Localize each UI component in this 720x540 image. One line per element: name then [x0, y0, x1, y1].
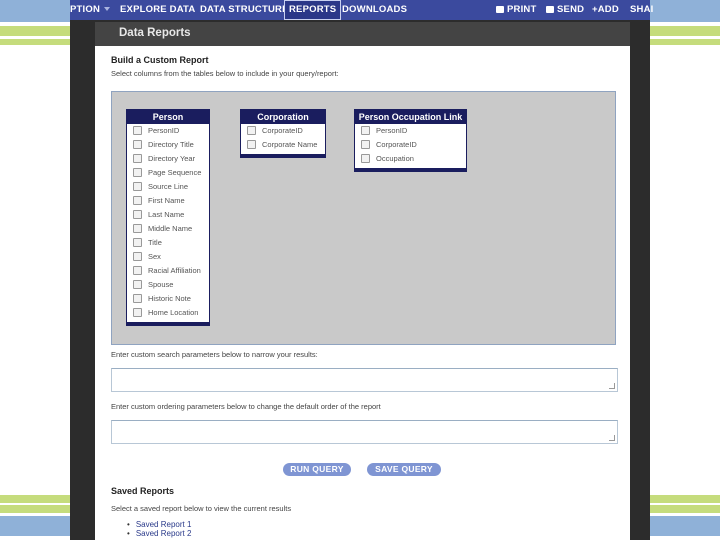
column-option[interactable]: First Name: [127, 194, 209, 208]
checkbox[interactable]: [133, 307, 142, 317]
checkbox[interactable]: [133, 167, 142, 177]
nav-item-reports[interactable]: REPORTS: [284, 0, 342, 20]
add-button[interactable]: +ADD: [588, 0, 623, 20]
page-title: Data Reports: [119, 27, 191, 39]
saved-report-link[interactable]: Saved Report 1: [127, 520, 192, 529]
checkbox[interactable]: [133, 181, 142, 191]
envelope-icon: [546, 5, 554, 13]
column-option[interactable]: PersonID: [127, 124, 209, 138]
table-header: Corporation: [241, 110, 325, 124]
column-option[interactable]: PersonID: [355, 124, 466, 138]
checkbox[interactable]: [361, 153, 370, 163]
share-button[interactable]: SHAI: [626, 0, 658, 20]
table-person: Person PersonID Directory Title Director…: [126, 109, 210, 326]
checkbox[interactable]: [247, 139, 256, 149]
checkbox[interactable]: [361, 139, 370, 149]
top-nav: PTION EXPLORE DATA DATA STRUCTURE REPORT…: [70, 0, 653, 20]
checkbox[interactable]: [133, 139, 142, 149]
column-option[interactable]: Historic Note: [127, 292, 209, 306]
column-option[interactable]: Middle Name: [127, 222, 209, 236]
nav-item-option[interactable]: PTION: [66, 0, 114, 20]
column-option[interactable]: Sex: [127, 250, 209, 264]
table-footer-bar: [355, 168, 466, 171]
checkbox[interactable]: [133, 125, 142, 135]
checkbox[interactable]: [361, 125, 370, 135]
column-option[interactable]: Title: [127, 236, 209, 250]
table-corporation: Corporation CorporateID Corporate Name: [240, 109, 326, 158]
reports-card: Data Reports Build a Custom Report Selec…: [95, 22, 630, 540]
table-person-occupation-link: Person Occupation Link PersonID Corporat…: [354, 109, 467, 172]
send-button[interactable]: SEND: [542, 0, 588, 20]
column-option[interactable]: Last Name: [127, 208, 209, 222]
card-header: Data Reports: [95, 22, 630, 46]
checkbox[interactable]: [133, 265, 142, 275]
column-option[interactable]: Occupation: [355, 152, 466, 166]
checkbox[interactable]: [133, 153, 142, 163]
column-option[interactable]: Home Location: [127, 306, 209, 320]
column-option[interactable]: CorporateID: [355, 138, 466, 152]
table-selection-area: Person PersonID Directory Title Director…: [111, 91, 616, 345]
checkbox[interactable]: [133, 195, 142, 205]
table-header: Person: [127, 110, 209, 124]
run-query-button[interactable]: RUN QUERY: [283, 463, 351, 476]
table-header: Person Occupation Link: [355, 110, 466, 124]
saved-reports-list: Saved Report 1 Saved Report 2: [127, 520, 192, 538]
ordering-parameters-label: Enter custom ordering parameters below t…: [111, 402, 381, 411]
search-parameters-textarea[interactable]: [111, 368, 618, 392]
checkbox[interactable]: [247, 125, 256, 135]
checkbox[interactable]: [133, 279, 142, 289]
column-option[interactable]: CorporateID: [241, 124, 325, 138]
column-option[interactable]: Directory Title: [127, 138, 209, 152]
column-option[interactable]: Spouse: [127, 278, 209, 292]
checkbox[interactable]: [133, 209, 142, 219]
saved-reports-heading: Saved Reports: [111, 486, 175, 496]
table-footer-bar: [241, 154, 325, 157]
nav-item-explore-data[interactable]: EXPLORE DATA: [116, 0, 199, 20]
select-columns-instruction: Select columns from the tables below to …: [111, 69, 339, 78]
checkbox[interactable]: [133, 293, 142, 303]
checkbox[interactable]: [133, 223, 142, 233]
nav-item-data-structure[interactable]: DATA STRUCTURE: [196, 0, 293, 20]
checkbox[interactable]: [133, 251, 142, 261]
column-option[interactable]: Racial Affiliation: [127, 264, 209, 278]
saved-reports-instruction: Select a saved report below to view the …: [111, 504, 292, 513]
saved-report-link[interactable]: Saved Report 2: [127, 529, 192, 538]
column-option[interactable]: Directory Year: [127, 152, 209, 166]
ordering-parameters-textarea[interactable]: [111, 420, 618, 444]
search-parameters-label: Enter custom search parameters below to …: [111, 350, 318, 359]
print-button[interactable]: PRINT: [492, 0, 541, 20]
checkbox[interactable]: [133, 237, 142, 247]
column-option[interactable]: Corporate Name: [241, 138, 325, 152]
chevron-down-icon: [104, 7, 111, 12]
printer-icon: [496, 5, 504, 13]
save-query-button[interactable]: SAVE QUERY: [367, 463, 441, 476]
build-report-heading: Build a Custom Report: [111, 55, 209, 65]
nav-item-downloads[interactable]: DOWNLOADS: [338, 0, 411, 20]
column-option[interactable]: Source Line: [127, 180, 209, 194]
column-option[interactable]: Page Sequence: [127, 166, 209, 180]
table-footer-bar: [127, 322, 209, 325]
